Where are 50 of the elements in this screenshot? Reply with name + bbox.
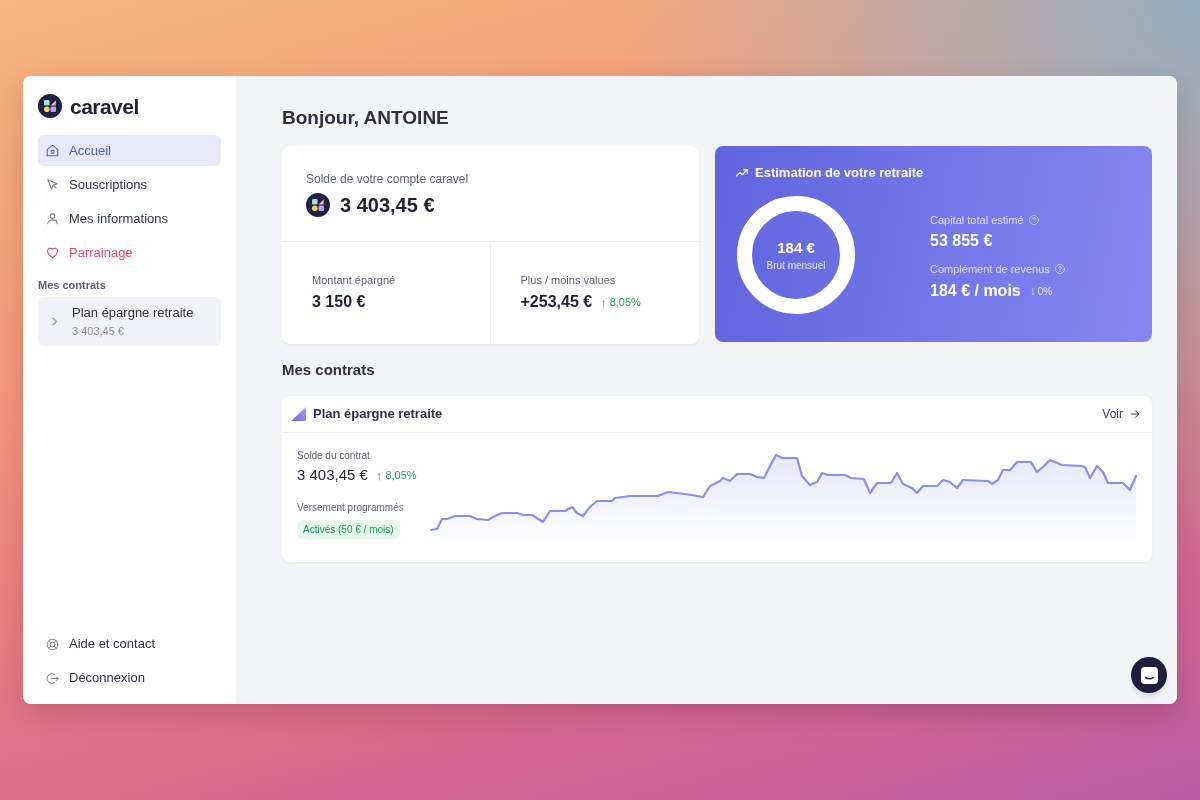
contract-balance: 3 403,45 € xyxy=(297,464,368,485)
figure-value: 53 855 € xyxy=(930,231,993,251)
arrow-icon: ↑ xyxy=(375,468,383,482)
cursor-icon xyxy=(45,177,60,192)
footer-link[interactable]: Aide et contact xyxy=(38,629,221,659)
logo-text: caravel xyxy=(70,95,139,117)
nav-item[interactable]: Accueil xyxy=(38,135,221,166)
section-heading: Mes contrats xyxy=(282,360,375,380)
help-icon xyxy=(1027,214,1040,226)
footer-link[interactable]: Déconnexion xyxy=(38,663,221,693)
trend-up-icon xyxy=(735,166,749,180)
contract-name: Plan épargne retraite xyxy=(72,305,194,321)
stat-value: +253,45 € xyxy=(520,292,593,312)
change-text: 0% xyxy=(1037,284,1053,299)
logo-icon xyxy=(306,193,330,217)
stat-label: Montant épargné xyxy=(312,273,396,287)
ring-caption: Brut mensuel xyxy=(766,258,826,272)
ring-value: 184 € xyxy=(777,238,815,257)
stat-label: Plus / moins values xyxy=(520,273,616,287)
lifebuoy-icon xyxy=(45,636,60,652)
card-title: Estimation de votre retraite xyxy=(755,164,924,183)
heart-icon xyxy=(45,245,60,260)
figure-label: Capital total estimé xyxy=(930,212,1024,228)
balance-label: Solde de votre compte caravel xyxy=(306,171,469,187)
person-icon xyxy=(45,211,60,226)
home-icon xyxy=(45,143,60,158)
help-icon xyxy=(1053,263,1066,275)
logo-icon xyxy=(38,94,62,118)
contract-amount: 3 403,45 € xyxy=(72,324,125,338)
change-text: 8,05% xyxy=(385,467,417,483)
triangle-icon xyxy=(291,407,306,421)
stat-value: 3 150 € xyxy=(312,292,366,312)
change-text: 8,05% xyxy=(609,294,641,310)
arrow-right-icon xyxy=(1129,408,1141,420)
greeting-heading: Bonjour, ANTOINE xyxy=(282,106,449,130)
arrow-icon: ↓ xyxy=(1029,285,1036,297)
logout-icon xyxy=(45,670,60,686)
payments-label: Versement programmés xyxy=(297,501,404,514)
section-title: Mes contrats xyxy=(38,279,107,291)
balance-label: Solde du contrat xyxy=(297,449,370,462)
contract-item[interactable]: Plan épargne retraite 3 403,45 € xyxy=(38,297,221,346)
chat-icon xyxy=(1140,666,1158,684)
chat-button[interactable] xyxy=(1131,657,1167,693)
contract-title: Plan épargne retraite xyxy=(313,405,443,424)
figure-label: Complément de revenus xyxy=(930,261,1050,277)
arrow-icon: ↑ xyxy=(600,295,607,309)
view-link[interactable]: Voir xyxy=(1102,405,1141,423)
balance-amount: 3 403,45 € xyxy=(340,193,435,218)
status-badge: Activés (50 € / mois) xyxy=(297,520,400,539)
figure-value: 184 € / mois xyxy=(930,281,1021,301)
